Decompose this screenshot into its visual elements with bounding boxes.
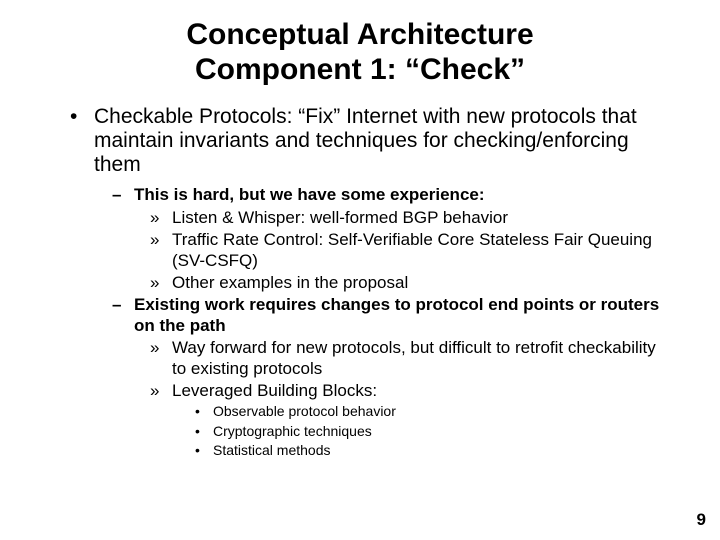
bullet-text: Checkable Protocols: “Fix” Internet with… — [94, 105, 670, 177]
bullet-text: Leveraged Building Blocks: — [172, 381, 670, 401]
bullet-raquo-icon: » — [150, 338, 172, 379]
bullet-raquo-icon: » — [150, 230, 172, 271]
bullet-level3: » Way forward for new protocols, but dif… — [150, 338, 670, 379]
bullet-level4: • Statistical methods — [195, 442, 670, 460]
bullet-level3: » Other examples in the proposal — [150, 273, 670, 293]
bullet-text: This is hard, but we have some experienc… — [134, 185, 670, 205]
slide: Conceptual Architecture Component 1: “Ch… — [0, 0, 720, 540]
bullet-level3: » Leveraged Building Blocks: — [150, 381, 670, 401]
bullet-level3: » Listen & Whisper: well-formed BGP beha… — [150, 208, 670, 228]
bullet-level3: » Traffic Rate Control: Self-Verifiable … — [150, 230, 670, 271]
bullet-raquo-icon: » — [150, 208, 172, 228]
bullet-text: Listen & Whisper: well-formed BGP behavi… — [172, 208, 670, 228]
bullet-text: Traffic Rate Control: Self-Verifiable Co… — [172, 230, 670, 271]
bullet-dash-icon: – — [112, 185, 134, 205]
bullet-text: Cryptographic techniques — [213, 423, 670, 441]
title-line-2: Component 1: “Check” — [50, 53, 670, 88]
bullet-dot-icon: • — [195, 442, 213, 460]
bullet-dot-icon: • — [195, 423, 213, 441]
bullet-dot-icon: • — [70, 105, 94, 177]
bullet-level1: • Checkable Protocols: “Fix” Internet wi… — [70, 105, 670, 177]
title-line-1: Conceptual Architecture — [50, 18, 670, 53]
bullet-raquo-icon: » — [150, 273, 172, 293]
bullet-text: Way forward for new protocols, but diffi… — [172, 338, 670, 379]
bullet-text: Other examples in the proposal — [172, 273, 670, 293]
bullet-dot-icon: • — [195, 403, 213, 421]
bullet-dash-icon: – — [112, 295, 134, 336]
bullet-text: Statistical methods — [213, 442, 670, 460]
bullet-level2: – This is hard, but we have some experie… — [112, 185, 670, 205]
bullet-raquo-icon: » — [150, 381, 172, 401]
bullet-text: Observable protocol behavior — [213, 403, 670, 421]
bullet-level2: – Existing work requires changes to prot… — [112, 295, 670, 336]
bullet-level4: • Cryptographic techniques — [195, 423, 670, 441]
page-number: 9 — [697, 510, 706, 530]
bullet-level4: • Observable protocol behavior — [195, 403, 670, 421]
bullet-text: Existing work requires changes to protoc… — [134, 295, 670, 336]
slide-title: Conceptual Architecture Component 1: “Ch… — [50, 18, 670, 87]
